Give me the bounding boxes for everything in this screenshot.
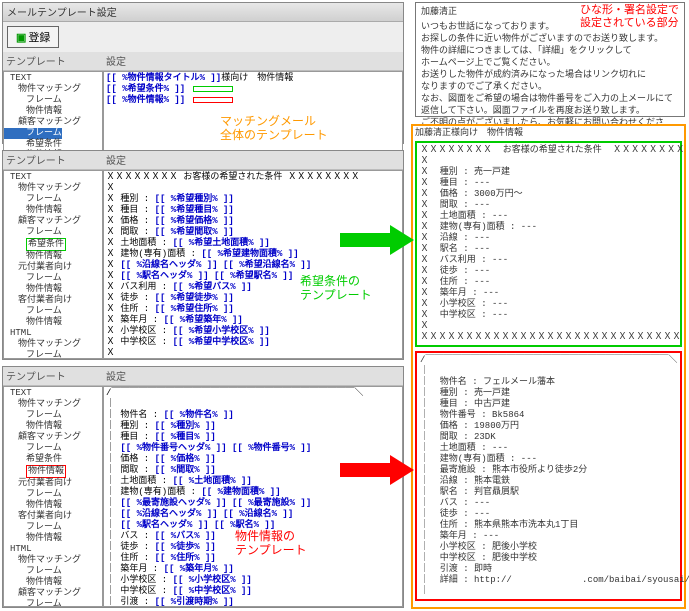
tree-node[interactable]: 物件情報 <box>4 421 102 432</box>
template-window-1: メールテンプレート設定 ▣登録 テンプレート TEXT物件マッチングフレーム物件… <box>2 2 404 144</box>
tree-node[interactable]: 物件情報 <box>4 251 102 262</box>
tree-node[interactable]: 顧客マッチング <box>4 117 102 128</box>
tree-node[interactable]: フレーム <box>4 522 102 533</box>
tree-node[interactable]: 顧客マッチング <box>4 216 102 227</box>
cfg-line: Ｘ 種別 : [[ %希望種別% ]] <box>106 194 400 205</box>
tree-node[interactable]: 物件マッチング <box>4 339 102 350</box>
cfg-panel-label-2: 設定 <box>103 151 403 170</box>
output-property: /￣￣￣￣￣￣￣￣￣￣￣￣￣￣￣￣￣￣￣￣￣￣￣￣￣￣￣＼ ｜ ｜ 物件名 : … <box>415 351 682 601</box>
tree-node[interactable]: 物件情報 <box>4 577 102 588</box>
tree-panel-label-1: テンプレート <box>3 52 103 71</box>
output-title: 加藤清正様向け 物件情報 <box>415 128 682 139</box>
arrow-red <box>340 455 415 490</box>
tree-node[interactable]: 客付業者向け <box>4 511 102 522</box>
tree-node[interactable]: 物件情報 <box>4 205 102 216</box>
cfg-line: Ｘ 中学校区 : [[ %希望中学校区% ]] <box>106 337 400 348</box>
register-label: 登録 <box>28 33 50 45</box>
legend-bukken: 物件情報の テンプレート <box>235 530 307 558</box>
tree-node[interactable]: 物件情報 <box>4 500 102 511</box>
cfg-line: [[ %物件情報タイトル% ]]様向け 物件情報 <box>106 73 400 84</box>
window-title: メールテンプレート設定 <box>3 3 403 22</box>
output-conditions: ＸＸＸＸＸＸＸＸ お客様の希望された条件 ＸＸＸＸＸＸＸＸ Ｘ Ｘ 種別 : 売… <box>415 141 682 347</box>
tree-node[interactable]: フレーム <box>4 410 102 421</box>
cfg-line: ｜ 種別 : [[ %種別% ]] <box>106 421 400 432</box>
signature-body: いつもお世話になっております。お探しの条件に近い物件がございますのでお送り致しま… <box>421 21 679 141</box>
tree-node[interactable]: 物件マッチング <box>4 399 102 410</box>
tree-node[interactable]: TEXT <box>4 388 102 399</box>
tree-node[interactable]: 物件マッチング <box>4 183 102 194</box>
tree-node[interactable]: 物件情報 <box>4 533 102 544</box>
register-button[interactable]: ▣登録 <box>7 26 59 48</box>
cfg-line: ｜ 種目 : [[ %種目% ]] <box>106 432 400 443</box>
cfg-line: ＸＸＸＸＸＸＸＸ お客様の希望された条件 ＸＸＸＸＸＸＸＸ <box>106 172 400 183</box>
tree-panel-label-3: テンプレート <box>3 367 103 386</box>
cfg-line: /￣￣￣￣￣￣￣￣￣￣￣￣￣￣￣￣￣￣￣￣￣￣￣￣￣￣￣＼ <box>106 388 400 399</box>
tree-panel-label-2: テンプレート <box>3 151 103 170</box>
register-icon: ▣ <box>16 33 26 45</box>
tree-node[interactable]: フレーム <box>4 227 102 238</box>
tree-node[interactable]: フレーム <box>4 273 102 284</box>
template-config-3[interactable]: /￣￣￣￣￣￣￣￣￣￣￣￣￣￣￣￣￣￣￣￣￣￣￣￣￣￣￣＼｜｜ 物件名 : [[… <box>103 386 403 607</box>
cfg-line: Ｘ 小学校区 : [[ %希望小学校区% ]] <box>106 326 400 337</box>
tree-node[interactable]: 客付業者向け <box>4 295 102 306</box>
tree-node[interactable]: 顧客マッチング <box>4 588 102 599</box>
cfg-line: Ｘ 築年月 : [[ %希望築年% ]] <box>106 315 400 326</box>
output-conditions-text: ＸＸＸＸＸＸＸＸ お客様の希望された条件 ＸＸＸＸＸＸＸＸ Ｘ Ｘ 種別 : 売… <box>420 145 677 343</box>
cfg-line: ｜ 中学校区 : [[ %中学校区% ]] <box>106 586 400 597</box>
cfg-line: [[ %希望条件% ]] <box>106 84 400 95</box>
tree-node[interactable]: 物件情報 <box>26 465 66 478</box>
tree-node[interactable]: 物件マッチング <box>4 84 102 95</box>
tree-node[interactable]: 元付業者向け <box>4 478 102 489</box>
cfg-line: ｜ [[ %物件番号ヘッダ% ]] [[ %物件番号% ]] <box>106 443 400 454</box>
cfg-panel-label-3: 設定 <box>103 367 403 386</box>
tree-node[interactable]: 希望条件 <box>4 454 102 465</box>
template-tree-2[interactable]: TEXT物件マッチングフレーム物件情報顧客マッチングフレーム希望条件物件情報元付… <box>3 170 103 359</box>
tree-node[interactable]: フレーム <box>4 350 102 359</box>
cfg-line: ｜ 引渡 : [[ %引渡時期% ]] <box>106 597 400 607</box>
cfg-line: Ｘ 住所 : [[ %希望住所% ]] <box>106 304 400 315</box>
tree-node[interactable]: 物件情報 <box>4 284 102 295</box>
output-property-text: /￣￣￣￣￣￣￣￣￣￣￣￣￣￣￣￣￣￣￣￣￣￣￣￣￣￣￣＼ ｜ ｜ 物件名 : … <box>420 355 677 597</box>
cfg-line: [[ %物件情報% ]] <box>106 95 400 106</box>
template-tree-3[interactable]: TEXT物件マッチングフレーム物件情報顧客マッチングフレーム希望条件物件情報元付… <box>3 386 103 607</box>
tree-node[interactable]: HTML <box>4 328 102 339</box>
tree-node[interactable]: フレーム <box>4 566 102 577</box>
cfg-line: Ｘ <box>106 348 400 359</box>
cfg-line: ｜ 小学校区 : [[ %小学校区% ]] <box>106 575 400 586</box>
cfg-line: ｜ 物件名 : [[ %物件名% ]] <box>106 410 400 421</box>
cfg-panel-label-1: 設定 <box>103 52 403 71</box>
tree-node[interactable]: 元付業者向け <box>4 262 102 273</box>
tree-node[interactable]: フレーム <box>4 443 102 454</box>
tree-node[interactable]: フレーム <box>4 95 102 106</box>
output-preview: 加藤清正様向け 物件情報 ＸＸＸＸＸＸＸＸ お客様の希望された条件 ＸＸＸＸＸＸ… <box>411 124 686 609</box>
arrow-green <box>340 225 415 260</box>
template-config-2[interactable]: ＸＸＸＸＸＸＸＸ お客様の希望された条件 ＸＸＸＸＸＸＸＸＸＸ 種別 : [[ … <box>103 170 403 359</box>
tree-node[interactable]: フレーム <box>4 194 102 205</box>
cfg-line: Ｘ 種目 : [[ %希望種目% ]] <box>106 205 400 216</box>
tree-node[interactable]: HTML <box>4 544 102 555</box>
tree-node[interactable]: フレーム <box>4 489 102 500</box>
cfg-line: ｜ [[ %最寄施設ヘッダ% ]] [[ %最寄施設% ]] <box>106 498 400 509</box>
tree-node[interactable]: 希望条件 <box>26 238 66 251</box>
tree-node[interactable]: フレーム <box>4 128 62 139</box>
legend-kibou: 希望条件の テンプレート <box>300 275 372 303</box>
tree-node[interactable]: フレーム <box>4 599 102 607</box>
legend-matching-mail: マッチングメール 全体のテンプレート <box>220 115 328 143</box>
cfg-line: Ｘ <box>106 183 400 194</box>
tree-node[interactable]: 顧客マッチング <box>4 432 102 443</box>
tree-node[interactable]: TEXT <box>4 73 102 84</box>
cfg-line: Ｘ [[ %沿線名ヘッダ% ]] [[ %希望沿線名% ]] <box>106 260 400 271</box>
tree-node[interactable]: 物件マッチング <box>4 555 102 566</box>
note-hinagata: ひな形・署名設定で 設定されている部分 <box>580 5 679 31</box>
tree-node[interactable]: TEXT <box>4 172 102 183</box>
cfg-line: ｜ [[ %沿線名ヘッダ% ]] [[ %沿線名% ]] <box>106 509 400 520</box>
cfg-line: ｜ <box>106 399 400 410</box>
tree-node[interactable]: フレーム <box>4 306 102 317</box>
tree-node[interactable]: 希望条件 <box>4 139 102 150</box>
cfg-line: ｜ 築年月 : [[ %築年月% ]] <box>106 564 400 575</box>
tree-node[interactable]: 物件情報 <box>4 106 102 117</box>
tree-node[interactable]: 物件情報 <box>4 317 102 328</box>
